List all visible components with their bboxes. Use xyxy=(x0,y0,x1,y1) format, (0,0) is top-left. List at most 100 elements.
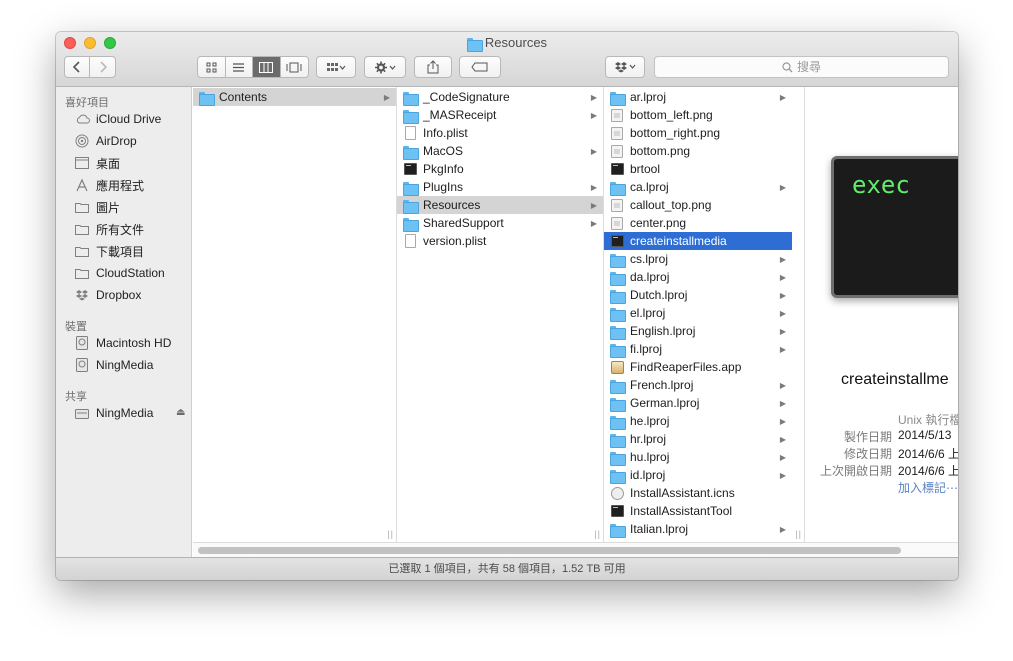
folder-icon xyxy=(610,450,626,466)
search-field[interactable]: 搜尋 xyxy=(654,56,949,78)
file-row[interactable]: Italian.lproj ▶ xyxy=(604,520,792,538)
folder-icon xyxy=(610,432,626,448)
image-file-icon xyxy=(610,216,624,230)
file-row[interactable]: French.lproj ▶ xyxy=(604,376,792,394)
file-row[interactable]: _MASReceipt ▶ xyxy=(397,106,603,124)
file-row[interactable]: bottom_right.png xyxy=(604,124,792,142)
file-name: fi.lproj xyxy=(630,342,663,356)
column-3: ar.lproj ▶ bottom_left.png bottom_right.png… xyxy=(604,87,805,542)
sidebar-section-shared: 共享 xyxy=(65,391,87,403)
file-row[interactable]: ca.lproj ▶ xyxy=(604,178,792,196)
gear-icon xyxy=(375,61,396,73)
column-view-button[interactable] xyxy=(253,57,281,77)
dropbox-icon xyxy=(74,287,90,303)
file-row[interactable]: bottom_left.png xyxy=(604,106,792,124)
file-row[interactable]: InstallAssistantTool xyxy=(604,502,792,520)
file-name: French.lproj xyxy=(630,378,694,392)
sidebar-item-documents[interactable]: 所有文件 xyxy=(74,219,144,239)
file-row[interactable]: cs.lproj ▶ xyxy=(604,250,792,268)
coverflow-view-button[interactable] xyxy=(281,57,308,77)
folder-icon xyxy=(403,144,419,160)
file-row[interactable]: hr.lproj ▶ xyxy=(604,430,792,448)
file-row[interactable]: Dutch.lproj ▶ xyxy=(604,286,792,304)
column-resize-handle[interactable]: || xyxy=(795,529,802,539)
list-view-button[interactable] xyxy=(226,57,253,77)
file-row[interactable]: _CodeSignature ▶ xyxy=(397,88,603,106)
file-row[interactable]: version.plist xyxy=(397,232,603,250)
disclosure-arrow-icon: ▶ xyxy=(779,524,786,534)
edit-tags-button[interactable] xyxy=(459,56,501,78)
icns-file-icon xyxy=(610,486,624,500)
column-resize-handle[interactable]: || xyxy=(387,529,394,539)
sidebar-item-pictures[interactable]: 圖片 xyxy=(74,197,120,217)
column-resize-handle[interactable]: || xyxy=(594,529,601,539)
sidebar-item-desktop[interactable]: 桌面 xyxy=(74,153,120,173)
horizontal-scroll-thumb[interactable] xyxy=(198,547,901,554)
sidebar-item-label: 桌面 xyxy=(96,156,121,171)
file-name: PkgInfo xyxy=(423,162,464,176)
file-row[interactable]: ar.lproj ▶ xyxy=(604,88,792,106)
eject-icon[interactable]: ⏏ xyxy=(176,407,185,418)
file-row[interactable]: Info.plist xyxy=(397,124,603,142)
dropbox-icon xyxy=(615,62,636,73)
file-row[interactable]: MacOS ▶ xyxy=(397,142,603,160)
add-tags-link[interactable]: 加入標記⋯ xyxy=(898,479,958,496)
sidebar-item-downloads[interactable]: 下載項目 xyxy=(74,241,144,261)
share-icon xyxy=(427,60,439,74)
sidebar-item-label: 圖片 xyxy=(96,200,121,215)
share-button[interactable] xyxy=(414,56,452,78)
file-row[interactable]: createinstallmedia xyxy=(604,232,792,250)
file-row[interactable]: fi.lproj ▶ xyxy=(604,340,792,358)
file-row[interactable]: English.lproj ▶ xyxy=(604,322,792,340)
file-name: Resources xyxy=(423,198,481,212)
file-row[interactable]: hu.lproj ▶ xyxy=(604,448,792,466)
file-row[interactable]: InstallAssistant.icns xyxy=(604,484,792,502)
file-row[interactable]: callout_top.png xyxy=(604,196,792,214)
back-button[interactable] xyxy=(65,57,90,77)
file-row[interactable]: da.lproj ▶ xyxy=(604,268,792,286)
file-name: _MASReceipt xyxy=(423,108,497,122)
sidebar-item-ningmedia-shared[interactable]: NingMedia xyxy=(74,403,153,423)
dropbox-button[interactable] xyxy=(605,56,645,78)
file-row[interactable]: id.lproj ▶ xyxy=(604,466,792,484)
file-row[interactable]: center.png xyxy=(604,214,792,232)
folder-icon xyxy=(610,324,626,340)
back-forward-group xyxy=(64,56,116,78)
sidebar-item-label: iCloud Drive xyxy=(96,112,162,126)
disclosure-arrow-icon: ▶ xyxy=(590,146,597,156)
folder-icon xyxy=(610,306,626,322)
image-file-icon xyxy=(610,108,624,122)
icon-view-button[interactable] xyxy=(198,57,226,77)
sidebar-item-cloudstation[interactable]: CloudStation xyxy=(74,263,165,283)
preview-file-kind: Unix 執行檔 xyxy=(898,413,958,427)
horizontal-scrollbar[interactable] xyxy=(193,542,958,557)
sidebar-item-applications[interactable]: 應用程式 xyxy=(74,175,144,195)
file-row[interactable]: German.lproj ▶ xyxy=(604,394,792,412)
sidebar-item-dropbox[interactable]: Dropbox xyxy=(74,285,141,305)
file-row[interactable]: el.lproj ▶ xyxy=(604,304,792,322)
window-title-text: Resources xyxy=(484,35,548,50)
folder-icon xyxy=(610,378,626,394)
sidebar-item-macintosh-hd[interactable]: Macintosh HD xyxy=(74,333,171,353)
forward-button[interactable] xyxy=(90,57,115,77)
file-row[interactable]: SharedSupport ▶ xyxy=(397,214,603,232)
file-row[interactable]: FindReaperFiles.app xyxy=(604,358,792,376)
sidebar-item-airdrop[interactable]: AirDrop xyxy=(74,131,137,151)
disclosure-arrow-icon: ▶ xyxy=(779,416,786,426)
file-row[interactable]: he.lproj ▶ xyxy=(604,412,792,430)
sidebar-item-label: 所有文件 xyxy=(96,222,145,237)
file-row[interactable]: brtool xyxy=(604,160,792,178)
file-row[interactable]: Contents ▶ xyxy=(193,88,396,106)
file-row[interactable]: Resources ▶ xyxy=(397,196,603,214)
sidebar-item-ningmedia-device[interactable]: NingMedia xyxy=(74,355,153,375)
file-row[interactable]: PkgInfo xyxy=(397,160,603,178)
action-button[interactable] xyxy=(364,56,406,78)
document-icon xyxy=(403,126,417,140)
file-name: el.lproj xyxy=(630,306,666,320)
arrange-button[interactable] xyxy=(316,56,356,78)
file-row[interactable]: PlugIns ▶ xyxy=(397,178,603,196)
columns-icon xyxy=(259,61,274,73)
sidebar-item-icloud-drive[interactable]: iCloud Drive xyxy=(74,109,161,129)
file-row[interactable]: bottom.png xyxy=(604,142,792,160)
file-name: Contents xyxy=(219,90,268,104)
